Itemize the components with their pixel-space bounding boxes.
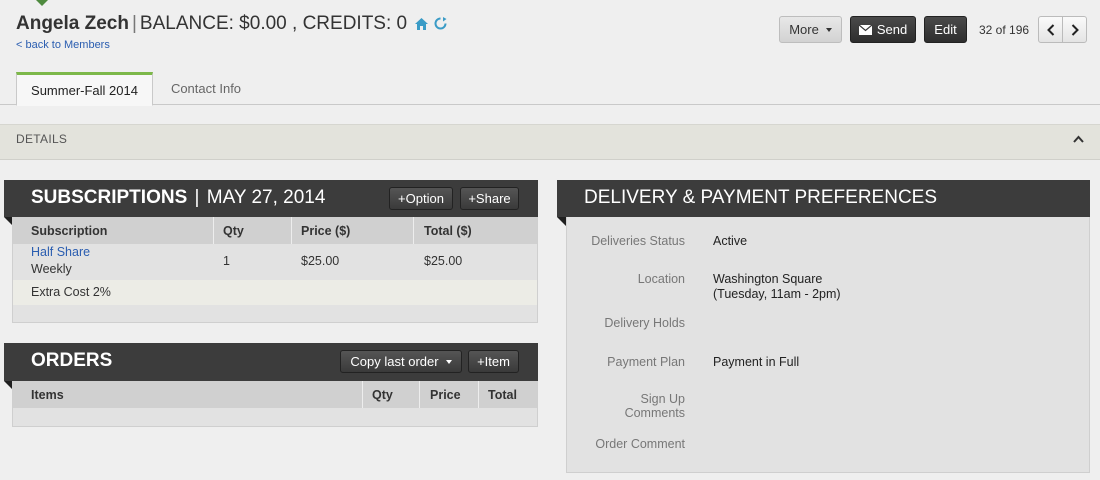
envelope-icon (858, 24, 872, 35)
subscriptions-header: SUBSCRIPTIONS | MAY 27, 2014 +Option +Sh… (4, 180, 538, 227)
subscription-qty: 1 (223, 254, 230, 268)
column-header-total: Total ($) (424, 223, 472, 238)
refresh-icon[interactable] (434, 17, 447, 30)
add-share-label: +Share (468, 191, 511, 206)
copy-last-order-button[interactable]: Copy last order (340, 350, 462, 373)
balance-text: BALANCE: $0.00 (139, 13, 287, 35)
subscriptions-title-group: SUBSCRIPTIONS | MAY 27, 2014 (31, 187, 325, 209)
column-header-price: Price (430, 387, 461, 402)
tab-contact-info[interactable]: Contact Info (160, 72, 252, 105)
column-header-qty: Qty (223, 223, 244, 238)
column-header-subscription: Subscription (31, 223, 108, 238)
column-header-items: Items (31, 387, 64, 402)
title-separator: | (194, 187, 200, 208)
column-divider (213, 217, 214, 244)
more-button[interactable]: More (779, 16, 842, 43)
add-option-button[interactable]: +Option (389, 187, 453, 210)
add-item-label: +Item (477, 354, 510, 369)
back-to-members-link[interactable]: < back to Members (16, 39, 110, 51)
location-schedule: (Tuesday, 11am - 2pm) (713, 287, 841, 301)
extra-cost-row: Extra Cost 2% (13, 280, 537, 305)
orders-table: Items Qty Price Total (12, 381, 538, 427)
extra-cost-text: Extra Cost 2% (31, 285, 111, 299)
preferences-panel: Deliveries Status Active Location Washin… (566, 217, 1090, 473)
location-link[interactable]: Washington Square (713, 272, 822, 286)
add-option-label: +Option (398, 191, 444, 206)
pref-label-delivery-holds: Delivery Holds (604, 316, 685, 330)
subscription-price: $25.00 (301, 254, 340, 268)
column-divider (419, 381, 420, 408)
orders-title: ORDERS (31, 350, 113, 371)
pref-label-sign-up: Sign Up (640, 392, 685, 406)
edit-button[interactable]: Edit (924, 16, 967, 43)
previous-member-button[interactable] (1038, 16, 1063, 43)
tab-label: Summer-Fall 2014 (31, 82, 138, 98)
logo-mark (36, 0, 48, 6)
next-member-button[interactable] (1062, 16, 1087, 43)
more-label: More (789, 22, 819, 37)
credits-text: , CREDITS: 0 (292, 13, 408, 35)
pref-label-comments: Comments (624, 406, 685, 420)
preferences-title: DELIVERY & PAYMENT PREFERENCES (584, 187, 938, 208)
subscriptions-date: MAY 27, 2014 (206, 187, 326, 208)
chevron-up-icon[interactable] (1073, 135, 1084, 143)
send-label: Send (876, 22, 908, 37)
table-header-row: Items Qty Price Total (13, 381, 537, 408)
member-name: Angela Zech (16, 13, 129, 35)
column-divider (413, 217, 414, 244)
column-divider (291, 217, 292, 244)
table-header-row: Subscription Qty Price ($) Total ($) (13, 217, 537, 244)
chevron-left-icon (1046, 23, 1054, 36)
subscriptions-table: Subscription Qty Price ($) Total ($) Hal… (12, 217, 538, 323)
tab-bar: Summer-Fall 2014 Contact Info (0, 72, 1100, 106)
column-header-total: Total (488, 387, 517, 402)
add-share-button[interactable]: +Share (460, 187, 519, 210)
details-label: DETAILS (16, 132, 68, 146)
home-icon[interactable] (415, 17, 429, 30)
copy-last-order-label: Copy last order (350, 354, 439, 369)
caret-down-icon (445, 359, 452, 364)
pref-value-payment-plan: Payment in Full (713, 355, 800, 369)
pref-label-payment-plan: Payment Plan (607, 355, 685, 369)
pref-label-location: Location (637, 272, 685, 286)
subscriptions-title: SUBSCRIPTIONS (31, 187, 188, 208)
pref-label-order-comment: Order Comment (595, 437, 685, 451)
send-button[interactable]: Send (850, 16, 916, 43)
edit-label: Edit (934, 22, 957, 37)
column-divider (362, 381, 363, 408)
tab-label: Contact Info (170, 81, 242, 96)
subscription-name-link[interactable]: Half Share (31, 245, 90, 259)
tab-summer-fall-2014[interactable]: Summer-Fall 2014 (16, 72, 153, 106)
caret-down-icon (825, 27, 832, 32)
pref-label-deliveries-status: Deliveries Status (591, 234, 685, 248)
page-title: Angela Zech | BALANCE: $0.00 , CREDITS: 0 (16, 13, 447, 35)
column-header-qty: Qty (372, 387, 393, 402)
orders-header: ORDERS Copy last order +Item (4, 343, 538, 391)
column-header-price: Price ($) (301, 223, 351, 238)
pager-count: 32 of 196 (979, 23, 1030, 37)
preferences-header: DELIVERY & PAYMENT PREFERENCES (557, 180, 1090, 227)
subscription-frequency: Weekly (31, 262, 72, 276)
pref-value-deliveries-status: Active (713, 234, 748, 248)
title-separator: | (131, 13, 137, 35)
add-item-button[interactable]: +Item (468, 350, 519, 373)
chevron-right-icon (1071, 23, 1079, 36)
column-divider (478, 381, 479, 408)
subscription-total: $25.00 (424, 254, 463, 268)
details-section-header[interactable]: DETAILS (0, 124, 1100, 160)
